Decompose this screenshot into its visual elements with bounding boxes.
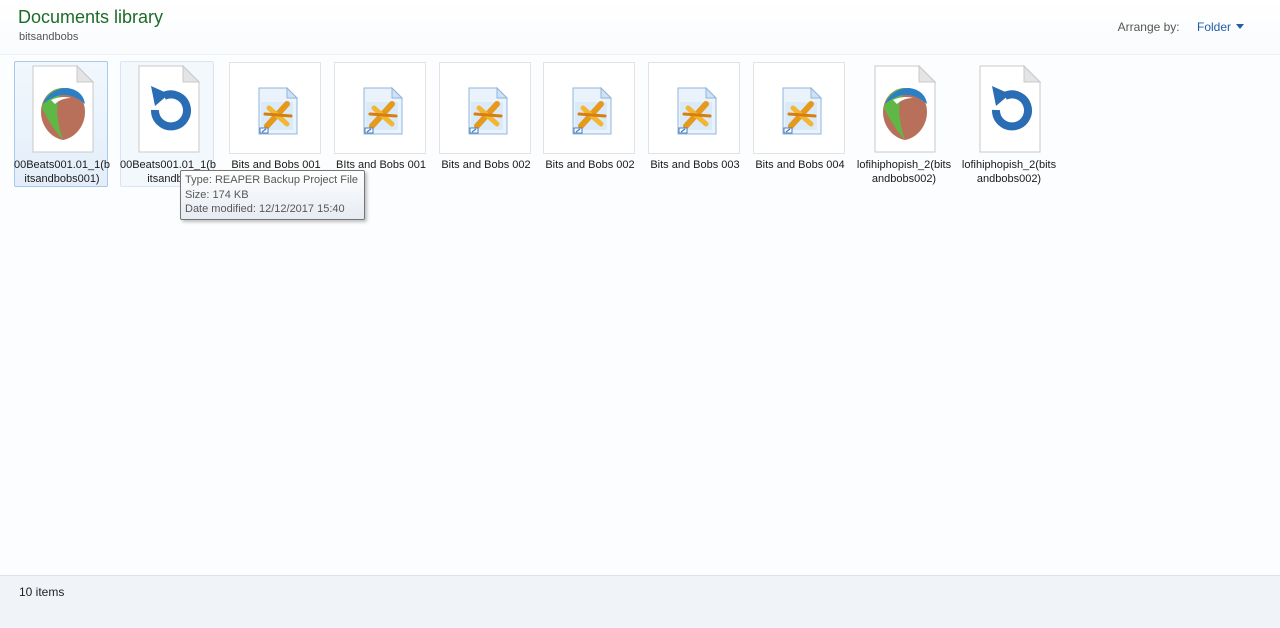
arrange-by-label: Arrange by: <box>1117 20 1180 34</box>
file-list: 00Beats001.01_1(bitsandbobs001) 00Beats00… <box>14 61 1264 561</box>
file-name: Bits and Bobs 003 <box>650 159 740 171</box>
tooltip-size: Size: 174 KB <box>185 188 249 201</box>
library-title: Documents library <box>18 7 164 27</box>
file-item[interactable]: Bits and Bobs 003 <box>647 61 741 187</box>
file-name: Bits and Bobs 002 <box>441 159 531 171</box>
explorer-window: Documents library bitsandbobs Arrange by… <box>0 0 1280 628</box>
tooltip-type: Type: REAPER Backup Project File <box>185 174 359 186</box>
reaper-project-icon <box>869 64 939 154</box>
arrange-by-value: Folder <box>1196 20 1231 34</box>
status-bar: 10 items <box>0 575 1280 628</box>
chevron-down-icon <box>1236 24 1244 29</box>
arrange-by-control: Arrange by: Folder <box>1118 20 1244 34</box>
file-item[interactable]: BIts and Bobs 001 <box>333 61 427 187</box>
file-name: 00Beats001.01_1(bitsandbobs001) <box>13 159 111 185</box>
file-name: lofihiphopish_2(bitsandbobs002) <box>961 159 1057 185</box>
tooltip-date-modified: Date modified: 12/12/2017 15:40 <box>185 203 345 215</box>
reaper-project-icon <box>27 64 97 154</box>
file-item[interactable]: 00Beats001.01_1(bitsandbobs001) <box>13 61 111 187</box>
file-item[interactable]: 00Beats001.01_1(bitsandbo <box>120 61 216 187</box>
item-count: 10 items <box>19 585 65 599</box>
file-name: Bits and Bobs 002 <box>545 159 635 171</box>
media-shortcut-icon <box>555 64 625 154</box>
media-shortcut-icon <box>346 64 416 154</box>
media-shortcut-icon <box>451 64 521 154</box>
media-shortcut-icon <box>241 64 311 154</box>
file-name: lofihiphopish_2(bitsandbobs002) <box>856 159 952 185</box>
reaper-backup-icon <box>974 64 1044 154</box>
library-subtitle: bitsandbobs <box>19 31 79 43</box>
file-item[interactable]: Bits and Bobs 004 <box>752 61 846 187</box>
file-item[interactable]: lofihiphopish_2(bitsandbobs002) <box>961 61 1057 187</box>
reaper-backup-icon <box>133 64 203 154</box>
file-item[interactable]: Bits and Bobs 002 <box>542 61 636 187</box>
file-item[interactable]: lofihiphopish_2(bitsandbobs002) <box>856 61 952 187</box>
media-shortcut-icon <box>765 64 835 154</box>
media-shortcut-icon <box>660 64 730 154</box>
arrange-by-dropdown[interactable]: Folder <box>1197 20 1244 34</box>
library-header: Documents library bitsandbobs Arrange by… <box>0 0 1280 55</box>
file-item[interactable]: Bits and Bobs 001 <box>228 61 322 187</box>
file-tooltip: Type: REAPER Backup Project File Size: 1… <box>180 170 365 220</box>
file-name: Bits and Bobs 004 <box>755 159 845 171</box>
file-item[interactable]: Bits and Bobs 002 <box>438 61 532 187</box>
